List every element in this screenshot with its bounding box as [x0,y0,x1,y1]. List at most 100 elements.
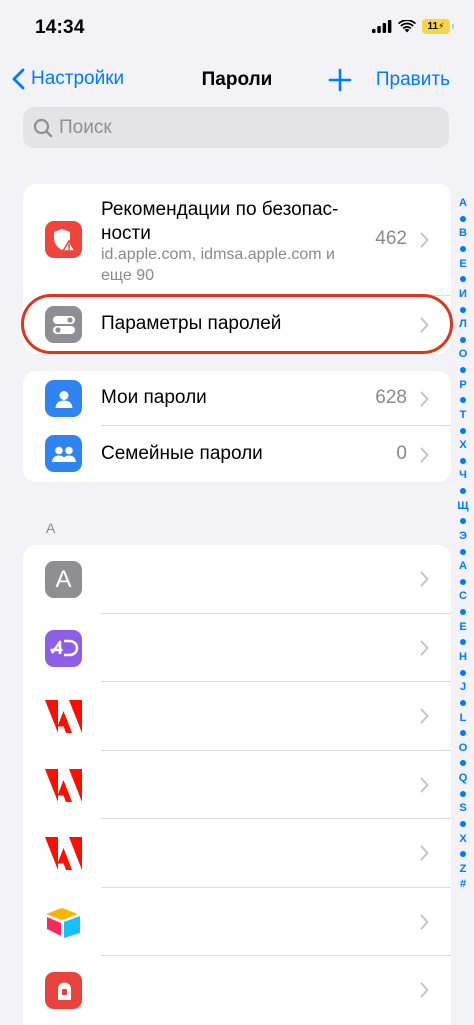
list-item[interactable] [23,682,451,751]
index-dot[interactable] [460,215,466,222]
edit-button[interactable]: Править [376,69,450,91]
letter-a-icon: A [45,561,82,598]
index-letter[interactable]: X [455,832,471,847]
index-letter[interactable]: S [455,801,471,816]
my-passwords-count: 628 [375,387,407,408]
index-letter[interactable]: Л [455,317,471,332]
index-letter[interactable]: О [455,347,471,362]
shield-warning-icon [45,221,82,258]
chevron-right-icon [420,708,429,724]
index-letter[interactable]: А [455,196,471,211]
status-time: 14:34 [35,17,85,38]
app-passwords-group: A [23,545,451,1025]
nav-bar: Настройки Пароли Править [0,60,474,104]
index-dot[interactable] [460,790,466,797]
index-dot[interactable] [460,760,466,767]
back-label: Настройки [31,68,125,89]
chevron-right-icon [420,982,429,998]
list-item[interactable] [23,614,451,682]
security-title: Рекомендации по безопас-ности [101,199,339,244]
index-dot[interactable] [460,488,466,495]
adobe-icon [45,766,82,804]
family-passwords-row[interactable]: Семейные пароли 0 [23,426,451,482]
index-dot[interactable] [460,276,466,283]
password-options-label: Параметры паролей [101,313,282,334]
back-button[interactable]: Настройки [12,68,124,90]
index-letter[interactable]: J [455,680,471,695]
index-letter[interactable]: Х [455,438,471,453]
4d-icon [45,629,82,667]
index-dot[interactable] [460,336,466,343]
search-input[interactable] [59,116,419,139]
index-letter[interactable]: С [455,589,471,604]
security-subtitle: id.apple.com, idmsa.apple.com и еще 90 [101,246,335,284]
index-letter[interactable]: # [455,877,471,892]
index-dot[interactable] [460,821,466,828]
index-letter[interactable]: Н [455,650,471,665]
family-passwords-count: 0 [396,443,407,464]
index-dot[interactable] [460,397,466,404]
chevron-right-icon [420,914,429,929]
alphabet-index[interactable]: А В Е И Л О Р Т Х Ч Щ Э А С Е Н J L O Q S X Z # [455,196,471,892]
list-item[interactable] [23,888,451,956]
my-passwords-row[interactable]: Мои пароли 628 [23,371,451,426]
index-dot[interactable] [460,730,466,737]
index-letter[interactable]: Э [455,529,471,544]
index-dot[interactable] [460,518,466,525]
index-dot[interactable] [460,548,466,555]
index-letter[interactable]: Т [455,408,471,423]
adobe-icon [45,698,82,735]
index-letter[interactable]: Ч [455,468,471,483]
security-recommendations-row[interactable]: Рекомендации по безопас-ности id.apple.c… [23,184,451,296]
battery-icon: 11 ⚡ [422,19,454,34]
chevron-right-icon [420,777,429,792]
signal-icon [372,20,392,33]
my-passwords-label: Мои пароли [101,387,207,408]
index-letter[interactable]: O [455,741,471,756]
index-letter[interactable]: А [455,559,471,574]
index-letter[interactable]: И [455,287,471,302]
battery-level: 11 [427,21,439,32]
person-icon [45,380,82,417]
index-dot[interactable] [460,669,466,676]
chevron-right-icon [420,845,429,861]
list-item[interactable]: A [23,545,451,614]
adobe-icon [45,835,82,872]
plus-icon [328,68,352,92]
security-group: Рекомендации по безопас-ности id.apple.c… [23,184,451,354]
index-dot[interactable] [460,457,466,464]
index-dot[interactable] [460,306,466,313]
chevron-right-icon [420,447,429,463]
index-dot[interactable] [460,245,466,252]
index-dot[interactable] [460,367,466,374]
password-options-row[interactable]: Параметры паролей [23,296,451,354]
index-dot[interactable] [460,851,466,858]
index-letter[interactable]: Е [455,257,471,272]
search-bar[interactable] [23,107,449,148]
status-bar: 14:34 11 ⚡ [0,0,474,56]
index-letter[interactable]: Z [455,862,471,877]
security-count: 462 [375,228,407,249]
add-button[interactable] [326,66,354,94]
passwords-group: Мои пароли 628 Семейные пароли 0 [23,371,451,482]
airtable-icon [45,903,82,941]
index-letter[interactable]: L [455,711,471,726]
chevron-right-icon [420,317,429,333]
index-dot[interactable] [460,609,466,616]
index-dot[interactable] [460,639,466,646]
list-item[interactable] [23,956,451,1025]
list-item[interactable] [23,751,451,819]
section-header-a: A [46,520,56,536]
index-letter[interactable]: Q [455,771,471,786]
index-dot[interactable] [460,427,466,434]
index-letter[interactable]: Е [455,620,471,635]
people-icon [45,435,82,472]
index-dot[interactable] [460,578,466,585]
list-item[interactable] [23,819,451,888]
index-letter[interactable]: Щ [455,499,471,514]
chevron-left-icon [12,68,25,90]
chevron-right-icon [420,232,429,248]
index-dot[interactable] [460,699,466,706]
index-letter[interactable]: Р [455,378,471,393]
index-letter[interactable]: В [455,226,471,241]
